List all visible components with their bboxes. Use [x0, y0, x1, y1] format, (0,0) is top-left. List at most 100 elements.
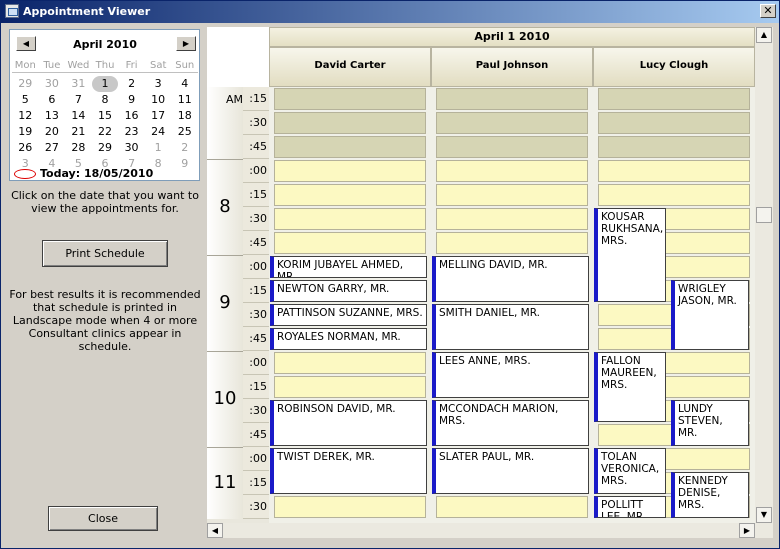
calendar-day[interactable]: 27 [39, 140, 66, 156]
time-slot[interactable] [598, 160, 750, 182]
calendar-day[interactable]: 4 [171, 76, 198, 92]
time-slot[interactable] [274, 184, 426, 206]
time-slot[interactable] [598, 136, 750, 158]
appointment-block[interactable]: TWIST DEREK, MR. [270, 448, 427, 494]
appointment-block[interactable]: POLLITT LEE, MR. [594, 496, 666, 518]
calendar-day[interactable]: 10 [145, 92, 172, 108]
weekday-label: Fri [125, 60, 138, 71]
calendar-day[interactable]: 24 [145, 124, 172, 140]
time-slot[interactable] [274, 136, 426, 158]
time-slot[interactable] [598, 88, 750, 110]
appointment-block[interactable]: MELLING DAVID, MR. [432, 256, 589, 302]
appointment-block[interactable]: PATTINSON SUZANNE, MRS. [270, 304, 427, 326]
minute-label: :00 [243, 447, 269, 471]
calendar-day[interactable]: 1 [145, 140, 172, 156]
appointment-block[interactable]: WRIGLEY JASON, MR. [671, 280, 749, 350]
time-slot[interactable] [436, 112, 588, 134]
calendar-day[interactable]: 13 [39, 108, 66, 124]
calendar-day[interactable]: 14 [65, 108, 92, 124]
time-slot[interactable] [274, 88, 426, 110]
time-slot[interactable] [598, 112, 750, 134]
today-link[interactable]: Today: 18/05/2010 [14, 167, 153, 181]
time-slot[interactable] [274, 112, 426, 134]
calendar-day[interactable]: 22 [92, 124, 119, 140]
close-button[interactable]: Close [48, 506, 158, 531]
time-slot[interactable] [274, 208, 426, 230]
calendar-day[interactable]: 30 [118, 140, 145, 156]
appointment-block[interactable]: SLATER PAUL, MR. [432, 448, 589, 494]
consultant-header: David Carter [269, 47, 431, 87]
appointment-block[interactable]: NEWTON GARRY, MR. [270, 280, 427, 302]
hour-label: AM [207, 87, 243, 159]
calendar-day[interactable]: 21 [65, 124, 92, 140]
calendar-day[interactable]: 29 [12, 76, 39, 92]
horizontal-scrollbar[interactable]: ◀ ▶ [207, 523, 773, 538]
prev-month-button[interactable]: ◀ [16, 36, 36, 51]
calendar-day[interactable]: 15 [92, 108, 119, 124]
time-slot[interactable] [436, 136, 588, 158]
calendar-day[interactable]: 8 [92, 92, 119, 108]
calendar-day[interactable]: 26 [12, 140, 39, 156]
calendar-days-grid[interactable]: 29 30 31 1 2 3 4 5 6 7 8 9 10 11 12 13 14 15 16 17 18 19 20 21 2… [12, 76, 198, 172]
time-slot[interactable] [274, 352, 426, 374]
minute-label: :30 [243, 111, 269, 135]
calendar-day[interactable]: 20 [39, 124, 66, 140]
time-slot[interactable] [274, 496, 426, 518]
calendar-day[interactable]: 1 [91, 76, 119, 92]
calendar-day[interactable]: 18 [171, 108, 198, 124]
print-schedule-button[interactable]: Print Schedule [42, 240, 168, 267]
scroll-down-button[interactable]: ▼ [756, 507, 772, 523]
next-month-button[interactable]: ▶ [176, 36, 196, 51]
appointment-block[interactable]: SMITH DANIEL, MR. [432, 304, 589, 350]
scroll-left-button[interactable]: ◀ [207, 523, 223, 538]
calendar-day[interactable]: 7 [65, 92, 92, 108]
scroll-up-button[interactable]: ▲ [756, 27, 772, 43]
calendar-day[interactable]: 3 [145, 76, 172, 92]
calendar-day[interactable]: 29 [92, 140, 119, 156]
time-slot[interactable] [436, 184, 588, 206]
time-slot[interactable] [598, 184, 750, 206]
appointment-block[interactable]: TOLAN VERONICA, MRS. [594, 448, 666, 494]
appointment-block[interactable]: ROYALES NORMAN, MR. [270, 328, 427, 350]
calendar-day[interactable]: 5 [12, 92, 39, 108]
calendar-day[interactable]: 23 [118, 124, 145, 140]
instructions-text: Click on the date that you want to view … [11, 189, 199, 215]
calendar-day[interactable]: 2 [118, 76, 145, 92]
calendar-day[interactable]: 6 [39, 92, 66, 108]
time-slot[interactable] [436, 160, 588, 182]
calendar-day[interactable]: 31 [65, 76, 92, 92]
calendar-day[interactable]: 16 [118, 108, 145, 124]
calendar-day[interactable]: 25 [171, 124, 198, 140]
vertical-scrollbar[interactable]: ▲ ▼ [755, 27, 773, 523]
time-slot[interactable] [274, 376, 426, 398]
appointment-block[interactable]: LUNDY STEVEN, MR. [671, 400, 749, 446]
time-slot[interactable] [436, 208, 588, 230]
calendar-day[interactable]: 9 [171, 156, 198, 172]
appointment-block[interactable]: KOUSAR RUKHSANA, MRS. [594, 208, 666, 302]
window-title: Appointment Viewer [23, 5, 151, 18]
time-slot[interactable] [274, 160, 426, 182]
schedule-date-header: April 1 2010 [269, 27, 755, 47]
appointment-block[interactable]: MCCONDACH MARION, MRS. [432, 400, 589, 446]
time-slot[interactable] [436, 232, 588, 254]
time-slot[interactable] [436, 496, 588, 518]
appointment-block[interactable]: ROBINSON DAVID, MR. [270, 400, 427, 446]
calendar-day[interactable]: 2 [171, 140, 198, 156]
time-slot[interactable] [274, 232, 426, 254]
window-close-button[interactable]: ✕ [760, 4, 776, 18]
calendar-day[interactable]: 9 [118, 92, 145, 108]
appointment-block[interactable]: KORIM JUBAYEL AHMED, MR. [270, 256, 427, 278]
vertical-scroll-thumb[interactable] [756, 207, 772, 223]
month-calendar[interactable]: ◀ April 2010 ▶ Mon Tue Wed Thu Fri Sat Sun 29 3… [9, 29, 200, 181]
calendar-day[interactable]: 19 [12, 124, 39, 140]
calendar-day[interactable]: 17 [145, 108, 172, 124]
calendar-day[interactable]: 30 [39, 76, 66, 92]
appointment-block[interactable]: FALLON MAUREEN, MRS. [594, 352, 666, 422]
appointment-block[interactable]: KENNEDY DENISE, MRS. [671, 472, 749, 518]
scroll-right-button[interactable]: ▶ [739, 523, 755, 538]
calendar-day[interactable]: 12 [12, 108, 39, 124]
time-slot[interactable] [436, 88, 588, 110]
appointment-block[interactable]: LEES ANNE, MRS. [432, 352, 589, 398]
calendar-day[interactable]: 28 [65, 140, 92, 156]
calendar-day[interactable]: 11 [171, 92, 198, 108]
